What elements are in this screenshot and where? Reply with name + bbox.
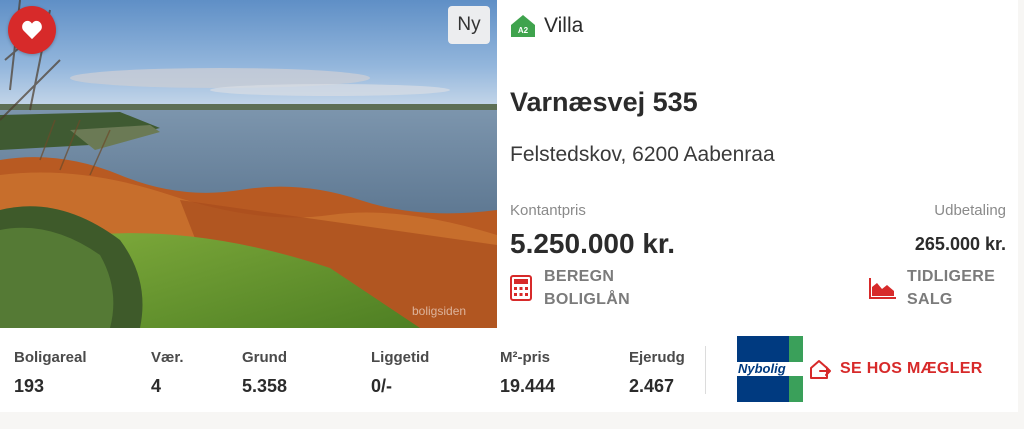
calculator-icon: [510, 275, 532, 301]
agent-logo[interactable]: Nybolig: [737, 336, 803, 402]
stat-days-listed: Liggetid 0/-: [371, 349, 430, 396]
stats-bar: Boligareal 193 Vær. 4 Grund 5.358 Ligget…: [0, 328, 1018, 412]
property-type: Villa: [544, 14, 584, 37]
landscape-image: [0, 0, 497, 328]
property-info: A2 Villa Varnæsvej 535 Felstedskov, 6200…: [497, 0, 1018, 328]
energy-label-icon: A2: [511, 15, 535, 37]
previous-sales-button[interactable]: TIDLIGERE SALG: [869, 265, 995, 311]
stat-rooms: Vær. 4: [151, 349, 184, 396]
down-payment-value: 265.000 kr.: [914, 234, 1006, 254]
property-card[interactable]: Ny boligsiden A2 Villa Varnæsvej 535 Fel…: [0, 0, 1018, 412]
stat-living-area: Boligareal 193: [14, 349, 87, 396]
see-at-realtor-button[interactable]: SE HOS MÆGLER: [808, 358, 983, 380]
property-city: Felstedskov, 6200 Aabenraa: [510, 143, 775, 166]
see-at-realtor-label: SE HOS MÆGLER: [840, 360, 983, 377]
energy-label-text: A2: [518, 26, 529, 35]
down-payment-label: Udbetaling: [934, 202, 1006, 219]
stat-sqm-price: M²-pris 19.444: [500, 349, 556, 396]
new-badge: Ny: [448, 6, 490, 44]
favorite-button[interactable]: [8, 6, 56, 54]
property-photo[interactable]: Ny boligsiden: [0, 0, 497, 328]
stat-plot: Grund 5.358: [242, 349, 288, 396]
property-address[interactable]: Varnæsvej 535: [510, 87, 698, 118]
calculate-loan-button[interactable]: BEREGN BOLIGLÅN: [510, 265, 630, 311]
heart-icon: [22, 20, 42, 40]
calculate-loan-label: BEREGN BOLIGLÅN: [544, 268, 630, 308]
external-house-icon: [810, 360, 831, 379]
area-chart-icon: [869, 278, 896, 299]
stats-divider: [705, 346, 706, 394]
previous-sales-label: TIDLIGERE SALG: [907, 268, 996, 308]
agent-logo-text: Nybolig: [738, 361, 786, 376]
price-label: Kontantpris: [510, 202, 586, 219]
stat-owner-expense: Ejerudg 2.467: [629, 349, 685, 396]
price-value: 5.250.000 kr.: [510, 228, 676, 259]
photo-watermark: boligsiden: [412, 304, 467, 318]
property-type-row: A2 Villa: [510, 14, 583, 38]
